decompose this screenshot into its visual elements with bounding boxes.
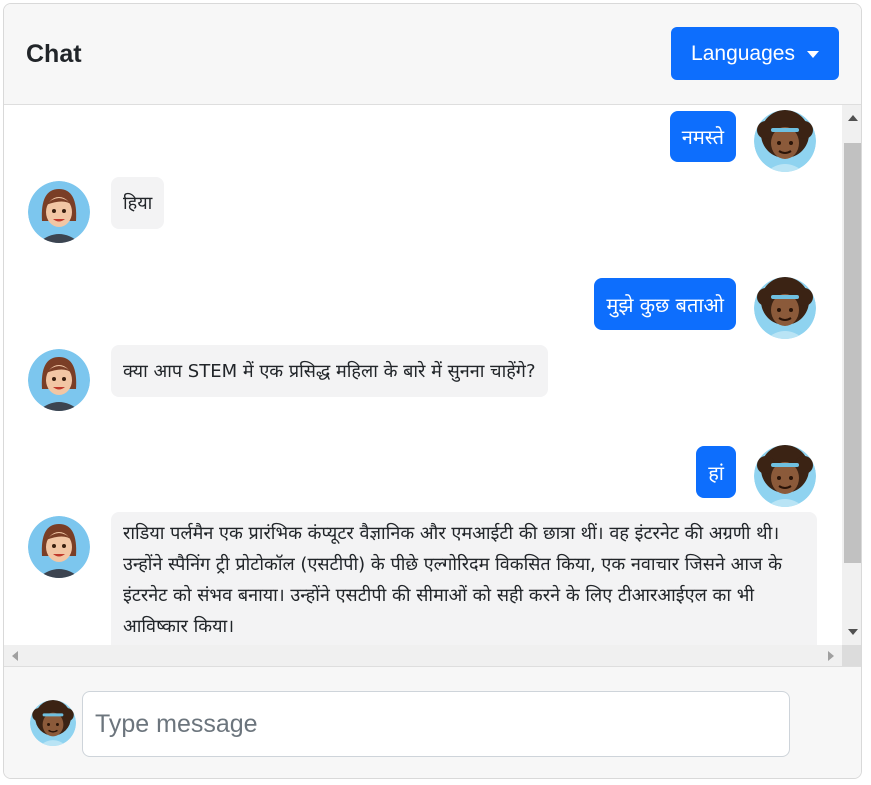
outgoing-message: हां [696, 446, 736, 498]
scroll-up-icon[interactable] [848, 115, 858, 121]
languages-label: Languages [691, 41, 795, 65]
scroll-left-icon[interactable] [12, 651, 18, 661]
message-text: हां [708, 460, 724, 485]
message-text: राडिया पर्लमैन एक प्रारंभिक कंप्यूटर वैज… [123, 523, 782, 637]
user-avatar [30, 700, 76, 746]
composer: Type message [4, 666, 861, 778]
incoming-message: राडिया पर्लमैन एक प्रारंभिक कंप्यूटर वैज… [111, 512, 817, 652]
chat-header: Chat Languages [4, 4, 861, 105]
bot-avatar [28, 349, 90, 411]
message-text: क्या आप STEM में एक प्रसिद्ध महिला के बा… [123, 360, 536, 382]
user-avatar [754, 110, 816, 172]
scrollbar-corner [842, 645, 861, 666]
message-input-placeholder: Type message [95, 709, 258, 738]
incoming-message: क्या आप STEM में एक प्रसिद्ध महिला के बा… [111, 345, 548, 397]
horizontal-scrollbar[interactable] [4, 645, 842, 666]
message-text: मुझे कुछ बताओ [606, 292, 724, 317]
bot-avatar-image [28, 349, 90, 411]
bot-avatar-image [28, 516, 90, 578]
message-list[interactable]: नमस्ते हिया मुझे कुछ बताओ क्या आप STEM म… [4, 105, 861, 666]
bot-avatar [28, 516, 90, 578]
user-avatar [754, 277, 816, 339]
bot-avatar-image [28, 181, 90, 243]
message-input[interactable]: Type message [82, 691, 790, 757]
incoming-message: हिया [111, 177, 165, 229]
caret-down-icon [806, 51, 819, 58]
scroll-down-icon[interactable] [848, 629, 858, 635]
message-text: हिया [123, 192, 153, 214]
outgoing-message: नमस्ते [669, 111, 736, 162]
user-avatar-image [30, 700, 76, 746]
bot-avatar [28, 181, 90, 243]
scrollbar-thumb[interactable] [844, 143, 861, 563]
user-avatar-image [754, 277, 816, 339]
chat-title: Chat [26, 40, 82, 68]
vertical-scrollbar[interactable] [842, 105, 861, 645]
user-avatar-image [754, 110, 816, 172]
chat-card: Chat Languages नमस्ते हिया मुझे कुछ बताओ… [3, 3, 862, 779]
outgoing-message: मुझे कुछ बताओ [594, 278, 736, 330]
languages-dropdown-button[interactable]: Languages [671, 27, 839, 80]
scroll-right-icon[interactable] [828, 651, 834, 661]
message-text: नमस्ते [681, 125, 724, 149]
user-avatar [754, 445, 816, 507]
user-avatar-image [754, 445, 816, 507]
